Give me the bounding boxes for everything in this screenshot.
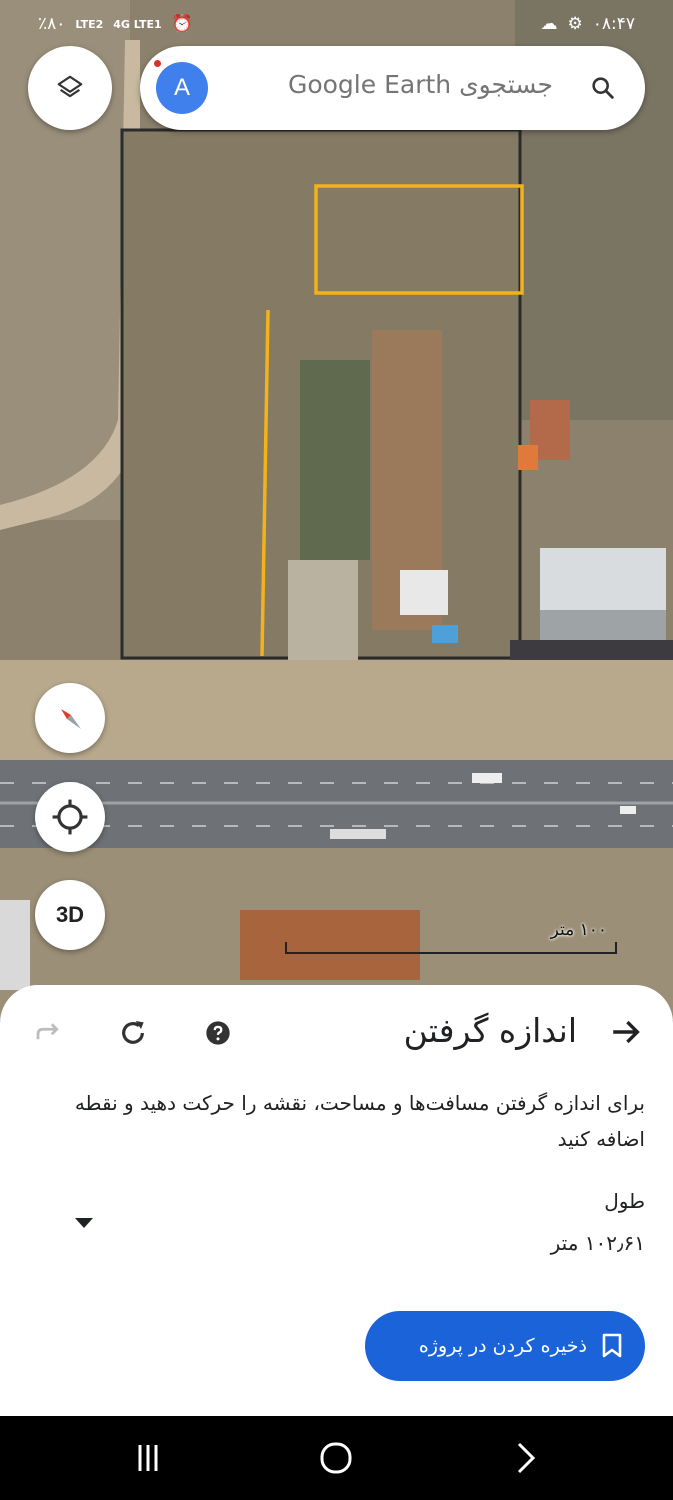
save-button-label: ذخیره کردن در پروژه xyxy=(418,1335,587,1357)
recents-icon xyxy=(138,1445,158,1471)
alarm-icon: ⏰ xyxy=(171,14,193,34)
expand-dropdown-icon[interactable] xyxy=(72,1213,96,1233)
home-icon xyxy=(320,1442,352,1474)
layers-icon xyxy=(57,75,83,98)
compass-icon xyxy=(61,709,81,729)
status-left: ٪۸۰ LTE2 4G LTE1 ⏰ xyxy=(38,14,193,34)
system-nav-bar xyxy=(0,1416,673,1500)
home-button[interactable] xyxy=(316,1438,356,1478)
save-to-project-button[interactable]: ذخیره کردن در پروژه xyxy=(365,1311,645,1381)
settings-status-icon: ⚙ xyxy=(567,14,583,34)
redo-button[interactable] xyxy=(30,1015,66,1051)
battery-indicator: ٪۸۰ xyxy=(38,14,66,34)
crosshair-icon xyxy=(52,799,88,835)
refresh-icon xyxy=(122,1021,144,1044)
measure-instruction: برای اندازه گرفتن مسافت‌ها و مساحت، نقشه… xyxy=(74,1091,645,1151)
status-right: ☁ ⚙ ۰۸:۴۷ xyxy=(540,14,635,34)
map-scale: ۱۰۰ متر xyxy=(285,918,617,956)
my-location-button[interactable] xyxy=(35,782,105,852)
satellite-imagery xyxy=(0,0,673,1020)
scale-label: ۱۰۰ متر xyxy=(550,920,607,940)
toggle-3d-button[interactable]: 3D xyxy=(35,880,105,950)
clock: ۰۸:۴۷ xyxy=(592,14,635,34)
search-bar[interactable]: A جستجوی Google Earth xyxy=(140,46,645,130)
satellite-map[interactable] xyxy=(0,0,673,1020)
bookmark-icon xyxy=(602,1333,622,1358)
help-icon xyxy=(206,1021,230,1045)
redo-icon xyxy=(36,1023,59,1040)
reset-button[interactable] xyxy=(115,1015,151,1051)
search-icon[interactable] xyxy=(589,74,617,102)
measure-title: اندازه گرفتن xyxy=(403,1011,577,1050)
help-button[interactable] xyxy=(200,1015,236,1051)
status-bar: ٪۸۰ LTE2 4G LTE1 ⏰ ☁ ⚙ ۰۸:۴۷ xyxy=(0,0,673,48)
arrow-right-icon[interactable] xyxy=(609,1015,643,1049)
search-placeholder[interactable]: جستجوی Google Earth xyxy=(288,70,553,99)
cloud-icon: ☁ xyxy=(540,14,558,34)
compass-button[interactable] xyxy=(35,683,105,753)
network-indicator-2: 4G LTE1 xyxy=(113,17,162,31)
measure-toolbar: اندازه گرفتن xyxy=(0,985,673,1085)
chevron-right-icon xyxy=(517,1442,536,1474)
recent-apps-button[interactable] xyxy=(128,1438,168,1478)
layers-button[interactable] xyxy=(28,46,112,130)
distance-label: طول xyxy=(604,1189,645,1213)
back-button[interactable] xyxy=(505,1438,545,1478)
network-indicator-1: LTE2 xyxy=(75,17,104,31)
measure-panel: اندازه گرفتن برای اندازه گرفتن مسافت‌ها … xyxy=(0,985,673,1416)
account-avatar[interactable]: A xyxy=(156,62,208,114)
distance-value: ۱۰۲٫۶۱ متر xyxy=(550,1231,645,1255)
notification-dot xyxy=(152,58,163,69)
scale-bar xyxy=(285,942,617,954)
